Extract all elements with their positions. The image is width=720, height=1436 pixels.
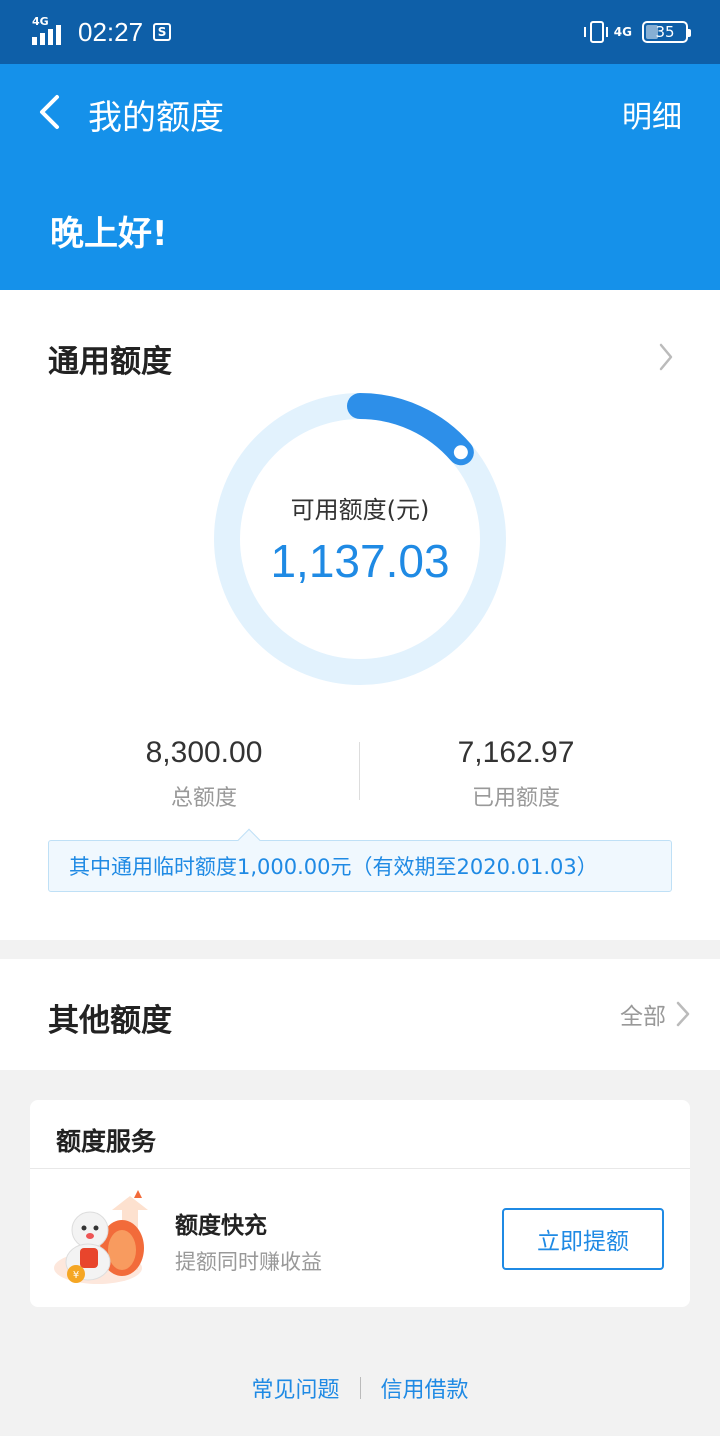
- page-title: 我的额度: [88, 98, 224, 138]
- all-label: 全部: [620, 1004, 666, 1030]
- greeting: 晚上好!: [50, 214, 168, 254]
- total-quota-value: 8,300.00: [145, 736, 263, 769]
- other-quota-title: 其他额度: [48, 1003, 172, 1039]
- chevron-right-icon: [659, 343, 673, 371]
- status-bar: 4G 02:27 S 4G 35: [0, 0, 720, 64]
- service-item-name: 额度快充: [175, 1213, 267, 1239]
- vibrate-icon: [583, 21, 608, 43]
- service-title: 额度服务: [56, 1127, 157, 1156]
- status-right: 4G 35: [583, 21, 691, 43]
- available-quota-value: 1,137.03: [270, 535, 450, 587]
- credit-loan-link[interactable]: 信用借款: [381, 1372, 469, 1404]
- raise-quota-button[interactable]: 立即提额: [502, 1208, 664, 1270]
- chevron-left-icon: [40, 95, 59, 129]
- chevron-right-icon: [676, 1001, 690, 1027]
- footer-links: 常见问题 信用借款: [0, 1372, 720, 1404]
- mobile-data-icon: 4G: [613, 25, 632, 39]
- temporary-quota-text: 其中通用临时额度1,000.00元（有效期至2020.01.03）: [69, 855, 598, 879]
- faq-link[interactable]: 常见问题: [251, 1372, 339, 1404]
- battery-level: 35: [655, 23, 675, 41]
- quota-service-card: 额度服务 ¥ 额度快充 提额同时赚收益 立即提额: [30, 1100, 690, 1307]
- total-quota-label: 总额度: [170, 786, 237, 811]
- other-quota-card[interactable]: 其他额度 全部: [0, 959, 720, 1070]
- status-left: 4G 02:27 S: [32, 15, 172, 48]
- detail-link[interactable]: 明细: [622, 92, 682, 136]
- stat-divider: [359, 742, 360, 800]
- mascot-illustration-icon: ¥: [54, 1190, 148, 1284]
- notification-s-icon: S: [153, 23, 172, 41]
- available-quota-label: 可用额度(元): [290, 496, 430, 524]
- other-quota-all-link[interactable]: 全部: [620, 997, 690, 1031]
- used-quota-label: 已用额度: [471, 786, 560, 811]
- used-quota: 7,162.97 已用额度: [396, 736, 636, 812]
- total-quota: 8,300.00 总额度: [84, 736, 324, 812]
- used-quota-value: 7,162.97: [457, 736, 575, 769]
- service-divider: [30, 1168, 690, 1169]
- general-quota-title: 通用额度: [48, 344, 172, 380]
- notice-arrow: [237, 828, 261, 852]
- back-button[interactable]: [30, 92, 70, 132]
- battery-icon: 35: [642, 21, 691, 43]
- temporary-quota-notice: 其中通用临时额度1,000.00元（有效期至2020.01.03）: [48, 828, 672, 892]
- header: 我的额度 明细 晚上好!: [0, 64, 720, 290]
- signal-icon: 4G: [32, 15, 68, 45]
- footer-separator: [359, 1377, 361, 1399]
- general-quota-chevron[interactable]: [658, 342, 674, 376]
- service-item-desc: 提额同时赚收益: [175, 1250, 322, 1274]
- svg-text:¥: ¥: [73, 1270, 79, 1281]
- general-quota-card: 通用额度 可用额度(元) 1,137.03 8,300.00 总额度 7,162…: [0, 290, 720, 940]
- network-label: 4G: [32, 15, 49, 28]
- status-time: 02:27: [78, 16, 144, 47]
